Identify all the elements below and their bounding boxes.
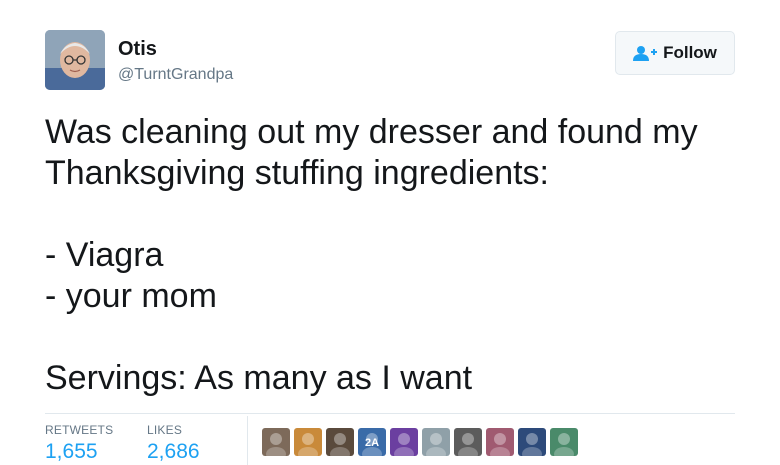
follow-button-label: Follow [663,43,717,62]
add-user-icon [633,45,658,61]
likes-label: LIKES [147,423,183,437]
liker-avatar-3[interactable] [326,428,354,456]
stats-separator [247,416,248,465]
retweets-count: 1,655 [45,440,98,463]
liker-avatar-1[interactable] [262,428,290,456]
liker-avatar-8[interactable] [486,428,514,456]
likes-stat[interactable]: LIKES 2,686 [147,423,200,464]
user-handle[interactable]: @TurntGrandpa [118,66,233,84]
retweets-label: RETWEETS [45,423,114,437]
liker-avatar-2[interactable] [294,428,322,456]
follow-button[interactable]: Follow [615,31,735,75]
tweet-text: Was cleaning out my dresser and found my… [45,113,698,397]
liker-avatar-9[interactable] [518,428,546,456]
likers-avatars: 2A [262,428,578,456]
profile-avatar[interactable] [45,30,105,90]
liker-avatar-5[interactable] [390,428,418,456]
retweets-stat[interactable]: RETWEETS 1,655 [45,423,113,464]
svg-text:2A: 2A [365,437,379,449]
liker-avatar-4[interactable]: 2A [358,428,386,456]
likes-count: 2,686 [147,440,200,463]
liker-avatar-7[interactable] [454,428,482,456]
user-name[interactable]: Otis [118,38,157,61]
divider [45,413,735,414]
liker-avatar-10[interactable] [550,428,578,456]
liker-avatar-6[interactable] [422,428,450,456]
